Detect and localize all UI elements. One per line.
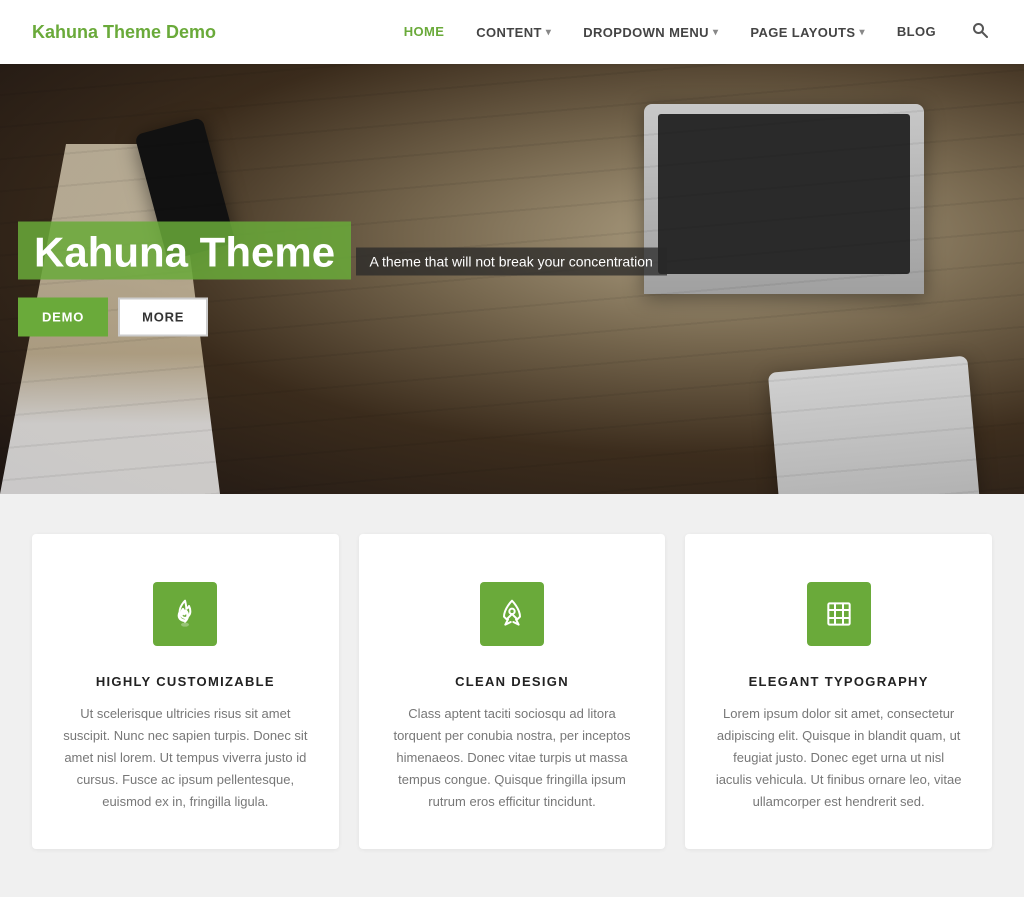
features-section: HIGHLY CUSTOMIZABLE Ut scelerisque ultri… [0,494,1024,897]
hero-content: Kahuna Theme A theme that will not break… [18,222,667,337]
navbar: Kahuna Theme Demo HOME CONTENT DROPDOWN … [0,0,1024,64]
main-nav: HOME CONTENT DROPDOWN MENU PAGE LAYOUTS … [404,18,992,47]
flame-icon [169,598,201,630]
feature-text-0: Ut scelerisque ultricies risus sit amet … [60,703,311,813]
feature-text-1: Class aptent taciti sociosqu ad litora t… [387,703,638,813]
building-icon [823,598,855,630]
search-button[interactable] [968,18,992,47]
more-button[interactable]: MORE [118,298,208,337]
feature-title-0: HIGHLY CUSTOMIZABLE [60,674,311,689]
nav-search[interactable] [968,18,992,47]
nav-item-blog[interactable]: BLOG [897,23,936,41]
demo-button[interactable]: DEMO [18,298,108,337]
rocket-icon [496,598,528,630]
hero-tablet [768,356,980,494]
feature-card-1: CLEAN DESIGN Class aptent taciti sociosq… [359,534,666,849]
hero-title-background: Kahuna Theme [18,222,351,280]
feature-title-1: CLEAN DESIGN [387,674,638,689]
nav-item-content[interactable]: CONTENT [476,25,551,40]
hero-subtitle-background: A theme that will not break your concent… [356,248,667,276]
hero-subtitle: A theme that will not break your concent… [370,254,653,270]
feature-icon-wrap-2 [807,582,871,646]
features-grid: HIGHLY CUSTOMIZABLE Ut scelerisque ultri… [32,534,992,849]
feature-text-2: Lorem ipsum dolor sit amet, consectetur … [713,703,964,813]
hero-laptop [644,104,924,294]
feature-card-0: HIGHLY CUSTOMIZABLE Ut scelerisque ultri… [32,534,339,849]
hero-buttons: DEMO MORE [18,298,667,337]
hero-laptop-screen [658,114,910,274]
brand-logo[interactable]: Kahuna Theme Demo [32,22,216,43]
feature-card-2: ELEGANT TYPOGRAPHY Lorem ipsum dolor sit… [685,534,992,849]
feature-icon-wrap-0 [153,582,217,646]
nav-item-dropdown[interactable]: DROPDOWN MENU [583,25,718,40]
hero-section: Kahuna Theme A theme that will not break… [0,64,1024,494]
nav-item-home[interactable]: HOME [404,23,445,41]
hero-title: Kahuna Theme [34,230,335,276]
nav-item-layouts[interactable]: PAGE LAYOUTS [750,25,865,40]
feature-icon-wrap-1 [480,582,544,646]
search-icon [972,22,988,38]
feature-title-2: ELEGANT TYPOGRAPHY [713,674,964,689]
